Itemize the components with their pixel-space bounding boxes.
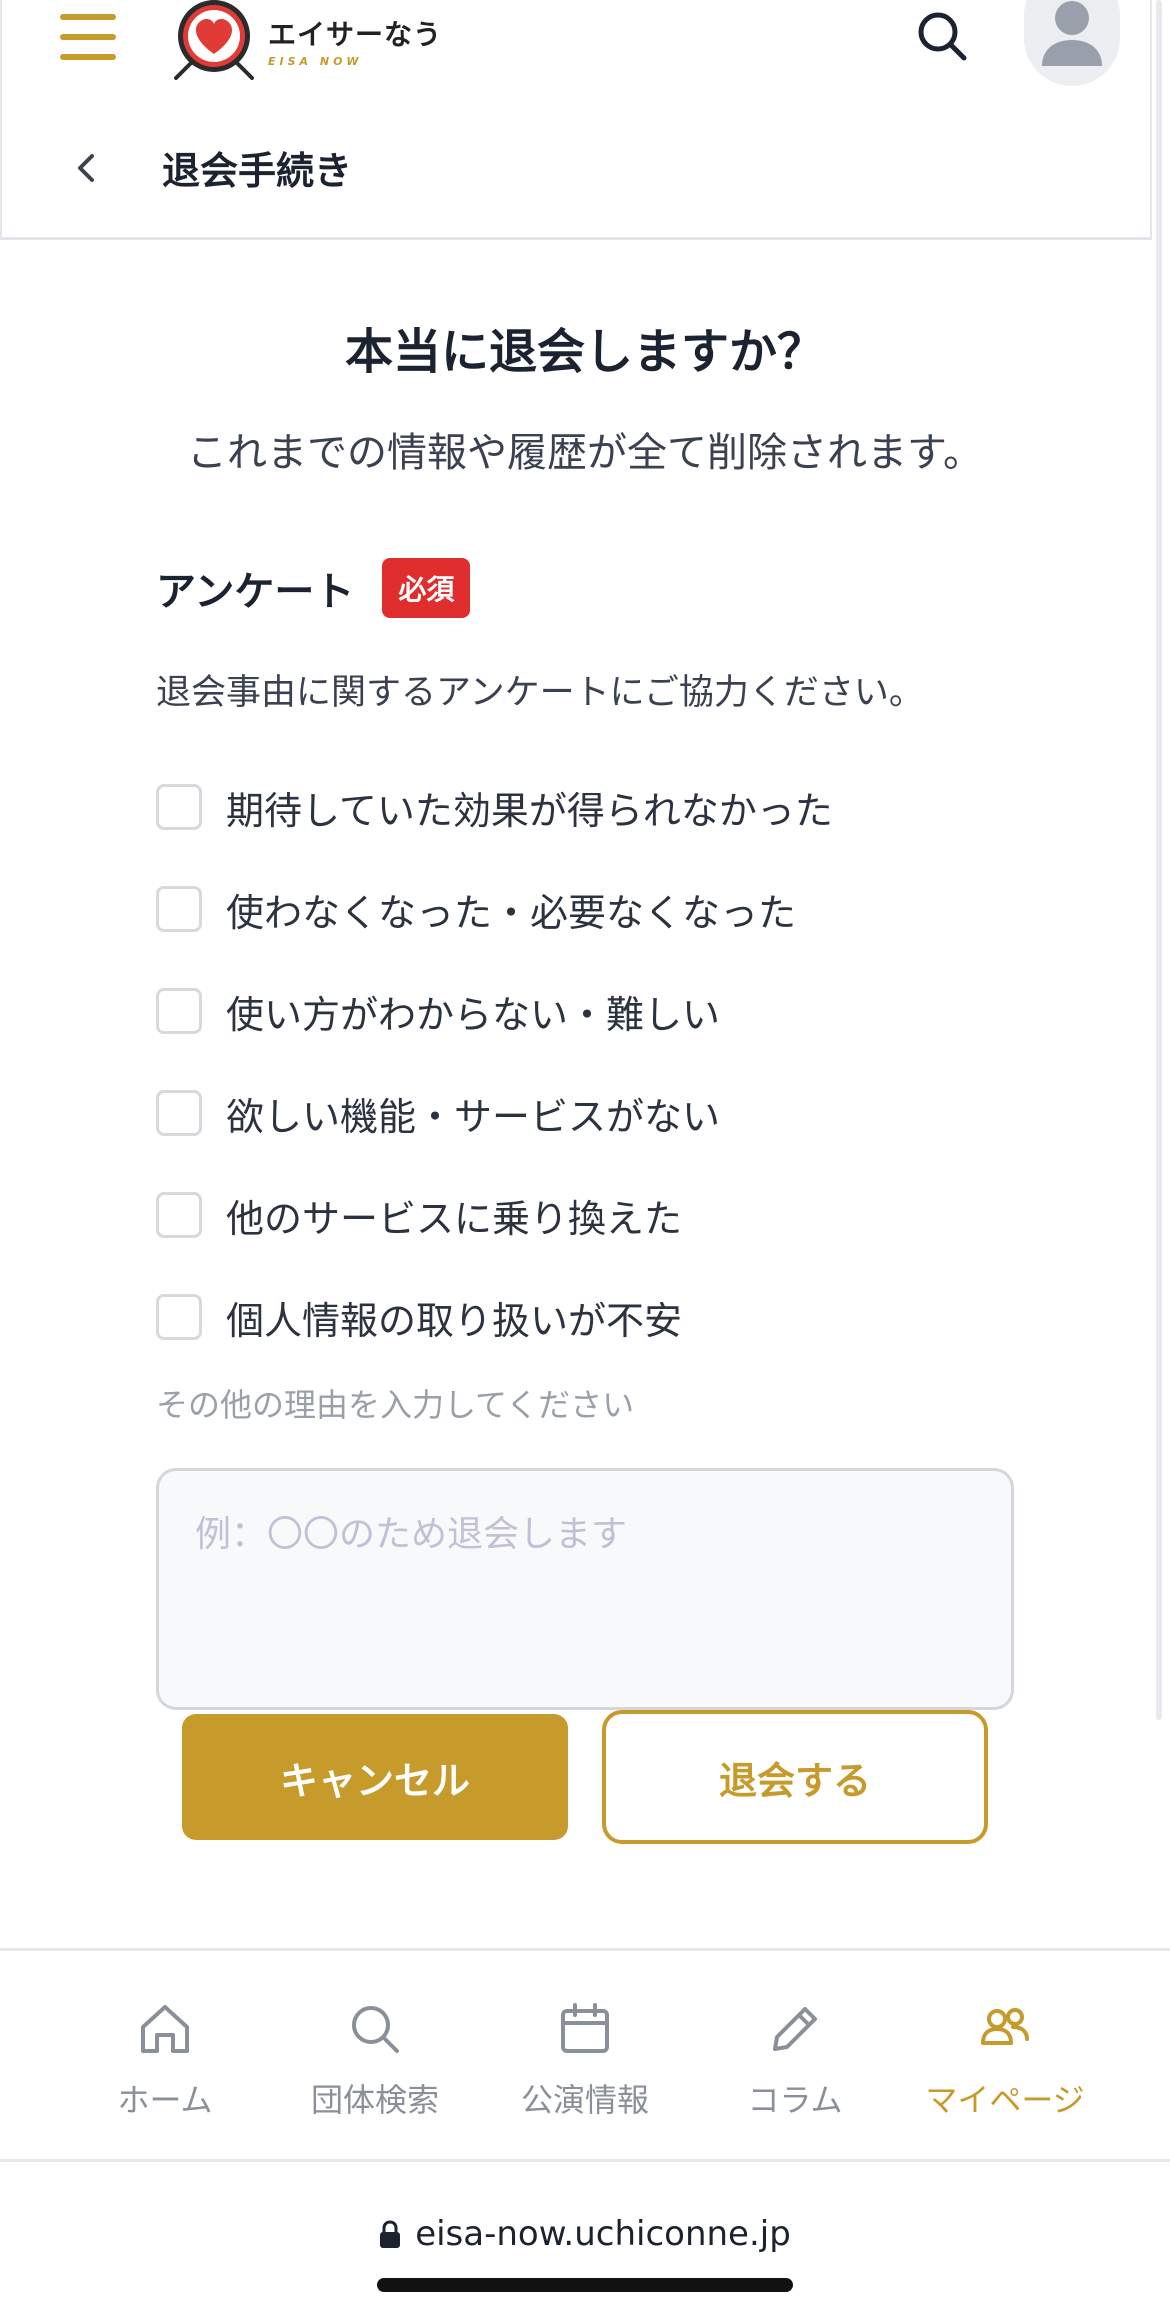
- survey-option[interactable]: 他のサービスに乗り換えた: [156, 1164, 833, 1266]
- option-label: 欲しい機能・サービスがない: [226, 1094, 721, 1139]
- survey-option[interactable]: 期待していた効果が得られなかった: [156, 756, 833, 858]
- survey-header: アンケート 必須: [156, 558, 471, 618]
- nav-item-mypage[interactable]: マイページ: [900, 1951, 1110, 2159]
- nav-item-column[interactable]: コラム: [690, 1951, 900, 2159]
- option-label: 他のサービスに乗り換えた: [226, 1196, 683, 1241]
- home-icon: [141, 2005, 189, 2053]
- other-reason-textarea[interactable]: [156, 1468, 1014, 1710]
- checkbox[interactable]: [156, 1192, 202, 1238]
- survey-option[interactable]: 欲しい機能・サービスがない: [156, 1062, 833, 1164]
- chevron-left-icon: [78, 154, 94, 182]
- survey-title: アンケート: [156, 569, 355, 615]
- nav-item-group-search[interactable]: 団体検索: [270, 1951, 480, 2159]
- url-display[interactable]: eisa-now.uchiconne.jp: [0, 2214, 1170, 2254]
- pencil-icon: [773, 2007, 817, 2051]
- survey-description: 退会事由に関するアンケートにご協力ください。: [156, 673, 924, 713]
- required-badge: 必須: [382, 558, 471, 618]
- heart-logo-icon: [174, 0, 254, 80]
- lock-icon: [380, 2220, 401, 2248]
- nav-label: マイページ: [925, 2081, 1085, 2119]
- nav-label: 団体検索: [310, 2081, 439, 2119]
- scrollbar[interactable]: [1156, 0, 1162, 1720]
- app-header: エイサーなう EISA NOW 退会手続き: [0, 0, 1152, 240]
- checkbox[interactable]: [156, 1090, 202, 1136]
- nav-label: ホーム: [117, 2081, 213, 2119]
- confirm-heading: 本当に退会しますか？: [344, 324, 825, 380]
- other-reason-label: その他の理由を入力してください: [156, 1386, 635, 1424]
- browser-url-bar: eisa-now.uchiconne.jp: [0, 2162, 1170, 2317]
- logo-name: エイサーなう: [268, 17, 443, 51]
- nav-item-home[interactable]: ホーム: [60, 1951, 270, 2159]
- page-title: 退会手続き: [162, 149, 353, 193]
- option-label: 使わなくなった・必要なくなった: [226, 890, 797, 935]
- avatar[interactable]: [1024, 0, 1120, 86]
- back-button[interactable]: [68, 148, 108, 188]
- calendar-icon: [561, 2003, 609, 2053]
- users-icon: [981, 2008, 1029, 2045]
- cancel-button[interactable]: キャンセル: [182, 1714, 568, 1840]
- url-text: eisa-now.uchiconne.jp: [415, 2214, 791, 2254]
- survey-option[interactable]: 個人情報の取り扱いが不安: [156, 1266, 833, 1368]
- logo[interactable]: エイサーなう EISA NOW: [172, 0, 442, 80]
- withdraw-button[interactable]: 退会する: [602, 1710, 988, 1844]
- survey-option[interactable]: 使い方がわからない・難しい: [156, 960, 833, 1062]
- nav-label: コラム: [747, 2081, 843, 2119]
- logo-subtitle: EISA NOW: [268, 54, 363, 68]
- checkbox[interactable]: [156, 784, 202, 830]
- header-search-button[interactable]: [914, 8, 970, 64]
- bottom-nav: ホーム 団体検索 公演情報 コラム マイページ: [0, 1948, 1170, 2162]
- nav-item-performances[interactable]: 公演情報: [480, 1951, 690, 2159]
- checkbox[interactable]: [156, 1294, 202, 1340]
- user-icon: [1042, 1, 1102, 66]
- option-label: 使い方がわからない・難しい: [226, 992, 721, 1037]
- option-label: 個人情報の取り扱いが不安: [226, 1298, 683, 1343]
- checkbox[interactable]: [156, 886, 202, 932]
- search-icon: [352, 2006, 399, 2053]
- survey-option[interactable]: 使わなくなった・必要なくなった: [156, 858, 833, 960]
- option-label: 期待していた効果が得られなかった: [226, 788, 833, 833]
- nav-label: 公演情報: [520, 2081, 649, 2119]
- checkbox[interactable]: [156, 988, 202, 1034]
- home-indicator[interactable]: [377, 2278, 793, 2292]
- search-icon: [918, 12, 967, 61]
- hamburger-menu-icon[interactable]: [60, 14, 116, 60]
- confirm-subtitle: これまでの情報や履歴が全て削除されます。: [187, 430, 983, 476]
- survey-options: 期待していた効果が得られなかった 使わなくなった・必要なくなった 使い方がわから…: [156, 756, 833, 1368]
